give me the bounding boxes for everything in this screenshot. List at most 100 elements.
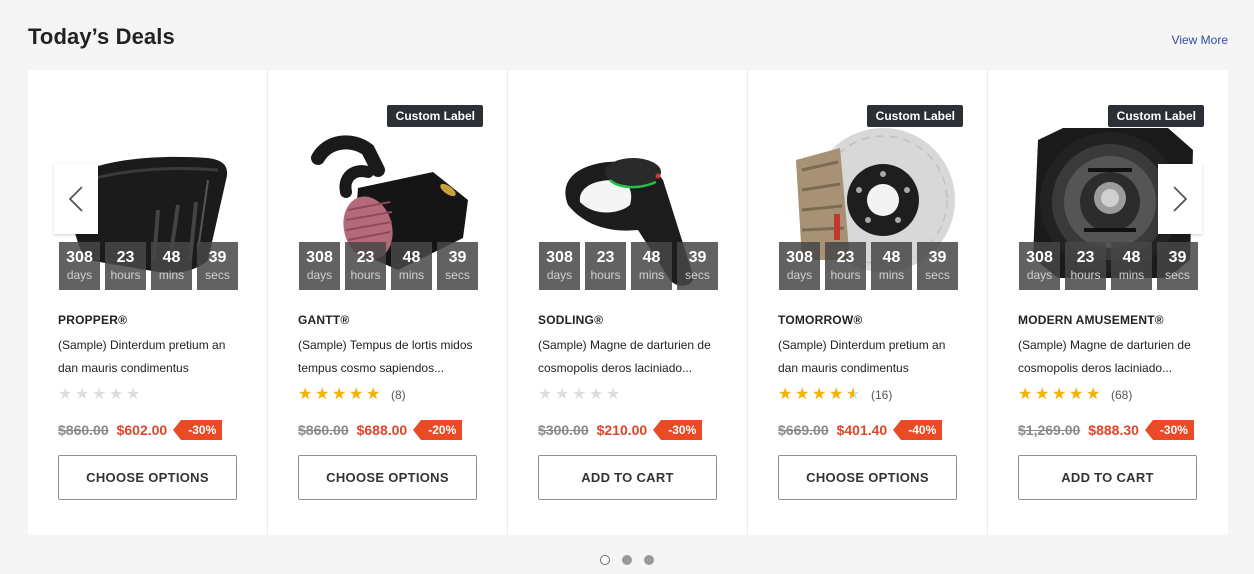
choose-options-button[interactable]: CHOOSE OPTIONS	[298, 455, 477, 500]
countdown-secs: 39 secs	[1157, 242, 1198, 290]
countdown-hours: 23 hours	[585, 242, 626, 290]
old-price: $860.00	[58, 422, 109, 438]
star-icon: ★ ★	[812, 386, 827, 403]
old-price: $300.00	[538, 422, 589, 438]
star-icon: ★	[126, 386, 141, 403]
product-title[interactable]: (Sample) Magne de darturien de cosmopoli…	[1018, 334, 1208, 379]
countdown-timer: 308 days 23 hours 48 mins 39 secs	[539, 242, 718, 290]
chevron-left-icon	[68, 186, 83, 212]
add-to-cart-button[interactable]: ADD TO CART	[1018, 455, 1197, 500]
pagination-dot[interactable]	[600, 555, 610, 565]
star-icon: ★ ★	[1069, 386, 1084, 403]
product-brand[interactable]: SODLING®	[538, 313, 603, 327]
product-price: $860.00 $602.00 -30%	[58, 420, 223, 440]
product-title[interactable]: (Sample) Dinterdum pretium an dan mauris…	[778, 334, 968, 379]
custom-label-badge: Custom Label	[386, 105, 483, 127]
product-brand[interactable]: MODERN AMUSEMENT®	[1018, 313, 1164, 327]
review-count[interactable]: (8)	[391, 388, 406, 402]
star-icon: ★	[555, 386, 570, 403]
product-rating: ★ ★ ★ ★ ★	[58, 387, 142, 403]
star-icon: ★	[589, 386, 604, 403]
star-rating: ★ ★ ★ ★ ★ ★ ★ ★ ★ ★	[298, 387, 382, 403]
countdown-days: 308 days	[539, 242, 580, 290]
product-rating: ★ ★ ★ ★ ★ ★ ★ ★ ★ ★ (68)	[1018, 387, 1132, 403]
product-title[interactable]: (Sample) Dinterdum pretium an dan mauris…	[58, 334, 248, 379]
choose-options-button[interactable]: CHOOSE OPTIONS	[778, 455, 957, 500]
sale-price: $888.30	[1088, 422, 1139, 438]
product-card[interactable]: 308 days 23 hours 48 mins 39 secs SODLING® (…	[508, 70, 748, 535]
countdown-timer: 308 days 23 hours 48 mins 39 secs	[59, 242, 238, 290]
product-price: $669.00 $401.40 -40%	[778, 420, 943, 440]
countdown-days: 308 days	[1019, 242, 1060, 290]
sale-price: $210.00	[596, 422, 648, 438]
product-rating: ★ ★ ★ ★ ★ ★ ★ ★ ★ ★ (8)	[298, 387, 406, 403]
countdown-mins: 48 mins	[151, 242, 192, 290]
star-icon: ★ ★	[778, 386, 793, 403]
product-card[interactable]: Custom Label 308 days 23 hours 48 mins 39 se…	[268, 70, 508, 535]
countdown-hours: 23 hours	[345, 242, 386, 290]
add-to-cart-button[interactable]: ADD TO CART	[538, 455, 717, 500]
star-icon: ★ ★	[846, 386, 861, 403]
discount-badge: -30%	[173, 420, 223, 440]
product-brand[interactable]: GANTT®	[298, 313, 349, 327]
carousel-prev-button[interactable]	[54, 164, 98, 234]
countdown-secs: 39 secs	[437, 242, 478, 290]
carousel-next-button[interactable]	[1158, 164, 1202, 234]
review-count[interactable]: (16)	[871, 388, 892, 402]
product-price: $300.00 $210.00 -30%	[538, 420, 703, 440]
old-price: $1,269.00	[1018, 422, 1081, 438]
countdown-timer: 308 days 23 hours 48 mins 39 secs	[779, 242, 958, 290]
product-brand[interactable]: TOMORROW®	[778, 313, 862, 327]
countdown-secs: 39 secs	[677, 242, 718, 290]
countdown-days: 308 days	[779, 242, 820, 290]
star-icon: ★ ★	[829, 386, 844, 403]
chevron-right-icon	[1173, 186, 1188, 212]
review-count[interactable]: (68)	[1111, 388, 1132, 402]
deals-carousel: 308 days 23 hours 48 mins 39 secs PROPPER® (…	[28, 70, 1228, 535]
product-title[interactable]: (Sample) Tempus de lortis midos tempus c…	[298, 334, 488, 379]
star-icon: ★	[572, 386, 587, 403]
star-icon: ★ ★	[1035, 386, 1050, 403]
star-icon: ★ ★	[298, 386, 313, 403]
old-price: $860.00	[298, 422, 349, 438]
choose-options-button[interactable]: CHOOSE OPTIONS	[58, 455, 237, 500]
star-rating: ★ ★ ★ ★ ★ ★ ★ ★ ★ ★	[778, 387, 862, 403]
star-icon: ★ ★	[795, 386, 810, 403]
product-card[interactable]: Custom Label 308 days 23 hours 48 mins 39 se…	[748, 70, 988, 535]
sale-price: $401.40	[836, 422, 888, 438]
product-price: $1,269.00 $888.30 -30%	[1018, 420, 1194, 440]
star-icon: ★ ★	[332, 386, 347, 403]
countdown-hours: 23 hours	[1065, 242, 1106, 290]
old-price: $669.00	[778, 422, 829, 438]
star-icon: ★	[606, 386, 621, 403]
countdown-mins: 48 mins	[631, 242, 672, 290]
countdown-mins: 48 mins	[871, 242, 912, 290]
product-card[interactable]: 308 days 23 hours 48 mins 39 secs PROPPER® (…	[28, 70, 268, 535]
product-brand[interactable]: PROPPER®	[58, 313, 127, 327]
star-icon: ★ ★	[1086, 386, 1101, 403]
product-card[interactable]: Custom Label 308 days 23 hours 48 mins 39 se…	[988, 70, 1228, 535]
star-icon: ★ ★	[366, 386, 381, 403]
discount-badge: -30%	[1144, 420, 1194, 440]
discount-badge: -20%	[413, 420, 463, 440]
countdown-mins: 48 mins	[391, 242, 432, 290]
discount-badge: -40%	[893, 420, 943, 440]
countdown-timer: 308 days 23 hours 48 mins 39 secs	[1019, 242, 1198, 290]
star-icon: ★	[538, 386, 553, 403]
star-icon: ★	[58, 386, 73, 403]
pagination-dot[interactable]	[644, 555, 654, 565]
custom-label-badge: Custom Label	[866, 105, 963, 127]
product-title[interactable]: (Sample) Magne de darturien de cosmopoli…	[538, 334, 728, 379]
product-rating: ★ ★ ★ ★ ★ ★ ★ ★ ★ ★ (16)	[778, 387, 892, 403]
star-rating: ★ ★ ★ ★ ★	[58, 387, 142, 403]
star-icon: ★ ★	[1018, 386, 1033, 403]
countdown-hours: 23 hours	[105, 242, 146, 290]
countdown-secs: 39 secs	[197, 242, 238, 290]
star-icon: ★	[92, 386, 107, 403]
countdown-secs: 39 secs	[917, 242, 958, 290]
star-icon: ★	[75, 386, 90, 403]
countdown-timer: 308 days 23 hours 48 mins 39 secs	[299, 242, 478, 290]
countdown-days: 308 days	[299, 242, 340, 290]
view-more-link[interactable]: View More	[1172, 33, 1228, 47]
pagination-dot[interactable]	[622, 555, 632, 565]
